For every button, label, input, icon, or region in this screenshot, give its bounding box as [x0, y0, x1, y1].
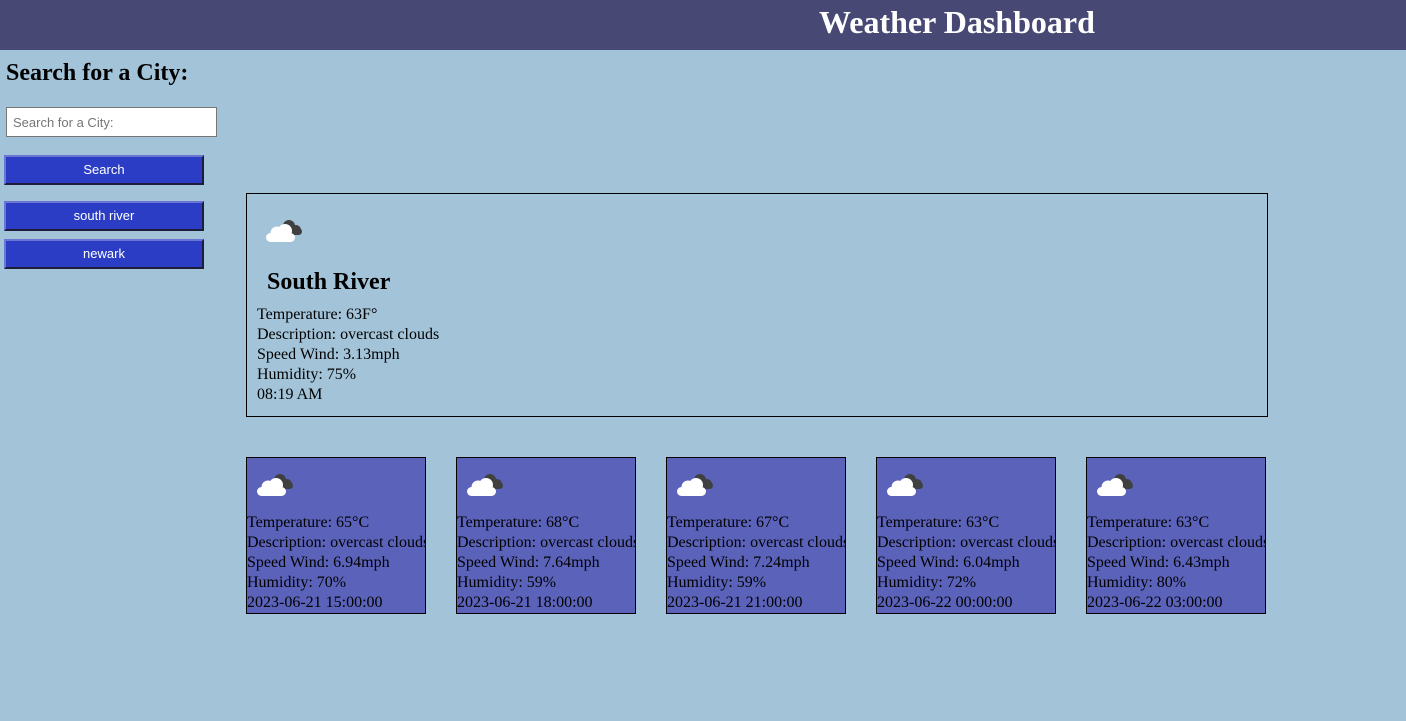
history-button-newark[interactable]: newark — [4, 239, 204, 269]
current-weather-details: Temperature: 63F° Description: overcast … — [257, 305, 439, 405]
forecast-description: Description: overcast clouds — [1087, 534, 1266, 551]
forecast-wind-speed: Speed Wind: 7.64mph — [457, 554, 600, 571]
page-title: Weather Dashboard — [819, 4, 1095, 40]
history-button-south-river[interactable]: south river — [4, 201, 204, 231]
overcast-clouds-icon — [465, 470, 505, 505]
search-button[interactable]: Search — [4, 155, 204, 185]
forecast-datetime: 2023-06-22 00:00:00 — [877, 594, 1013, 611]
forecast-wind-speed: Speed Wind: 7.24mph — [667, 554, 810, 571]
forecast-wind-speed: Speed Wind: 6.43mph — [1087, 554, 1230, 571]
forecast-humidity: Humidity: 80% — [1087, 574, 1187, 591]
forecast-card: Temperature: 63°C Description: overcast … — [876, 457, 1056, 614]
forecast-card: Temperature: 65°C Description: overcast … — [246, 457, 426, 614]
forecast-wind-speed: Speed Wind: 6.04mph — [877, 554, 1020, 571]
overcast-clouds-icon — [675, 470, 715, 505]
forecast-temperature: Temperature: 67°C — [667, 514, 790, 531]
forecast-humidity: Humidity: 72% — [877, 574, 977, 591]
header-bar: Weather Dashboard — [0, 0, 1406, 50]
forecast-humidity: Humidity: 59% — [457, 574, 557, 591]
forecast-datetime: 2023-06-21 21:00:00 — [667, 594, 803, 611]
forecast-datetime: 2023-06-21 15:00:00 — [247, 594, 383, 611]
forecast-temperature: Temperature: 65°C — [247, 514, 370, 531]
current-city-name: South River — [267, 269, 391, 295]
city-search-input[interactable] — [6, 107, 217, 137]
forecast-card: Temperature: 63°C Description: overcast … — [1086, 457, 1266, 614]
current-wind-speed: Speed Wind: 3.13mph — [257, 346, 400, 363]
overcast-clouds-icon — [255, 470, 295, 505]
forecast-card: Temperature: 67°C Description: overcast … — [666, 457, 846, 614]
current-temperature: Temperature: 63F° — [257, 306, 378, 323]
current-time: 08:19 AM — [257, 386, 323, 403]
overcast-clouds-icon — [1095, 470, 1135, 505]
forecast-description: Description: overcast clouds — [457, 534, 636, 551]
forecast-datetime: 2023-06-21 18:00:00 — [457, 594, 593, 611]
overcast-clouds-icon — [885, 470, 925, 505]
forecast-card: Temperature: 68°C Description: overcast … — [456, 457, 636, 614]
overcast-clouds-icon — [264, 216, 304, 251]
forecast-temperature: Temperature: 68°C — [457, 514, 580, 531]
current-humidity: Humidity: 75% — [257, 366, 357, 383]
forecast-description: Description: overcast clouds — [247, 534, 426, 551]
forecast-humidity: Humidity: 70% — [247, 574, 347, 591]
forecast-temperature: Temperature: 63°C — [1087, 514, 1210, 531]
current-description: Description: overcast clouds — [257, 326, 440, 343]
forecast-datetime: 2023-06-22 03:00:00 — [1087, 594, 1223, 611]
search-heading: Search for a City: — [6, 60, 189, 86]
forecast-temperature: Temperature: 63°C — [877, 514, 1000, 531]
forecast-description: Description: overcast clouds — [877, 534, 1056, 551]
forecast-wind-speed: Speed Wind: 6.94mph — [247, 554, 390, 571]
current-weather-card: South River Temperature: 63F° Descriptio… — [246, 193, 1268, 417]
forecast-humidity: Humidity: 59% — [667, 574, 767, 591]
forecast-description: Description: overcast clouds — [667, 534, 846, 551]
